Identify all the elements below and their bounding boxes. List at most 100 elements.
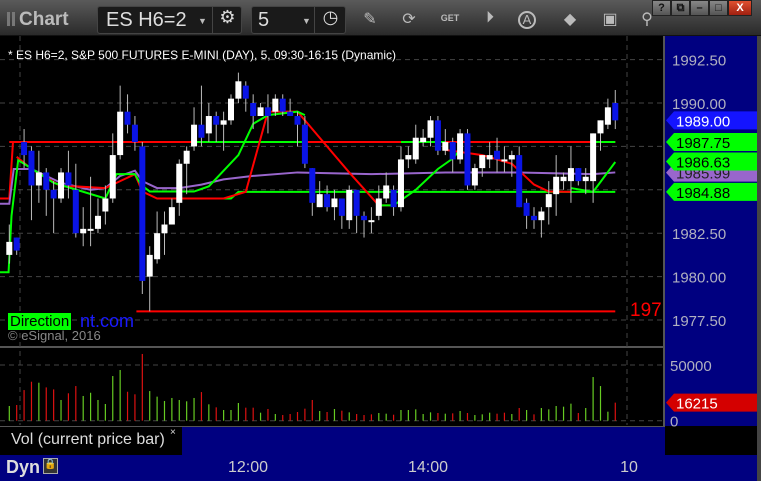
candle-body: [442, 142, 449, 151]
chevron-down-icon: ▼: [198, 16, 207, 26]
candle-body: [353, 189, 360, 216]
candle-body: [13, 237, 20, 251]
candle-body: [316, 194, 323, 208]
candle-body: [397, 159, 404, 208]
axis-corner: [665, 455, 761, 481]
time-axis[interactable]: Dyn 🔒 12:00 14:00 10: [0, 455, 665, 481]
candle-body: [471, 168, 478, 186]
candle-body: [368, 220, 375, 223]
window-title: Chart: [19, 9, 69, 30]
candle-body: [176, 163, 183, 203]
candle-body: [612, 103, 619, 121]
candle-body: [457, 133, 464, 160]
candle-body: [324, 194, 331, 208]
candle-body: [501, 159, 508, 162]
candle-body: [161, 224, 168, 234]
candle-body: [420, 137, 427, 143]
pencil-icon[interactable]: ✎: [360, 9, 380, 29]
time-tick: 14:00: [407, 459, 449, 476]
maximize-button[interactable]: □: [709, 0, 728, 16]
candle-body: [21, 142, 28, 156]
chart-legend: * ES H6=2, S&P 500 FUTURES E-MINI (DAY),…: [8, 48, 397, 62]
time-tick: 10: [620, 459, 638, 476]
price-axis-label: 1977.50: [672, 313, 726, 330]
a-icon[interactable]: A: [518, 11, 536, 29]
help-button[interactable]: ?: [652, 0, 671, 16]
window-border: [757, 36, 761, 481]
candle-body: [117, 111, 124, 156]
candle-body: [35, 172, 42, 186]
clock-icon[interactable]: ◷: [314, 7, 346, 33]
restore-button[interactable]: ⧉: [671, 0, 690, 16]
candle-body: [287, 111, 294, 117]
candle-body: [279, 98, 286, 112]
symbol-value: ES H6=2: [106, 9, 187, 31]
time-tick: 12:00: [227, 459, 269, 476]
lock-icon[interactable]: 🔒: [43, 458, 58, 474]
candle-body: [361, 215, 368, 221]
interval-combo[interactable]: 5 ▼ ◷: [251, 6, 346, 34]
drag-grip-icon[interactable]: [7, 12, 15, 26]
dynamic-mode-label[interactable]: Dyn: [6, 457, 40, 478]
candle-body: [412, 137, 419, 160]
volume-tag-label: 16215: [676, 396, 718, 413]
candle-body: [604, 107, 611, 125]
candle-body: [146, 254, 153, 277]
candle-body: [191, 124, 198, 147]
price-tag-label: 1984.88: [676, 185, 730, 202]
candle-body: [582, 176, 589, 182]
candle-body: [294, 116, 301, 125]
candle-body: [494, 150, 501, 160]
candle-body: [28, 150, 35, 186]
candle-body: [597, 120, 604, 134]
refresh-icon[interactable]: ⟳: [399, 9, 419, 29]
candle-body: [43, 172, 50, 190]
candle-body: [6, 241, 13, 255]
candle-body: [560, 176, 567, 182]
candle-body: [545, 194, 552, 208]
candle-body: [486, 155, 493, 160]
title-bar: Chart ES H6=2 ▼ ⚙ 5 ▼ ◷ ✎ ⟳ GET ⏵ A ◆ ▣ …: [0, 0, 761, 36]
candle-body: [405, 155, 412, 160]
candle-body: [508, 155, 515, 160]
candle-body: [479, 155, 486, 169]
chart-canvas[interactable]: 1992.50 1990.00 1982.50 1980.00 1977.50 1989.…: [0, 0, 761, 481]
get-icon[interactable]: GET: [440, 13, 460, 23]
candle-body: [65, 172, 72, 186]
price-tag-label: 1989.00: [676, 113, 730, 130]
symbol-combo[interactable]: ES H6=2 ▼ ⚙: [97, 6, 242, 34]
candle-body: [567, 168, 574, 182]
candle-body: [264, 107, 271, 117]
candle-body: [131, 124, 138, 143]
swap-icon[interactable]: ◆: [560, 9, 580, 29]
settings-icon[interactable]: ⚙: [212, 7, 242, 33]
minimize-button[interactable]: –: [690, 0, 709, 16]
candle-body: [228, 98, 234, 121]
candle-body: [434, 120, 441, 151]
play-icon[interactable]: ⏵: [480, 9, 500, 27]
candle-body: [102, 198, 109, 212]
volume-study-label[interactable]: Vol (current price bar): [0, 427, 182, 456]
volume-study-bar: Vol (current price bar) ×: [0, 426, 665, 456]
close-study-icon[interactable]: ×: [170, 427, 176, 438]
candle-body: [198, 124, 205, 138]
candle-body: [309, 168, 316, 203]
candle-body: [124, 111, 131, 125]
comment-icon[interactable]: ▣: [600, 9, 620, 29]
candle-body: [139, 146, 146, 281]
chevron-down-icon: ▼: [302, 16, 311, 26]
candle-body: [272, 98, 279, 112]
candle-body: [72, 189, 79, 234]
price-tag-label: 1986.63: [676, 155, 730, 172]
price-axis-label: 1990.00: [672, 96, 726, 113]
volume-axis-label: 0: [670, 414, 678, 431]
pane-divider: [0, 346, 665, 348]
candle-body: [257, 107, 264, 117]
close-button[interactable]: X: [728, 0, 752, 16]
candle-body: [346, 189, 353, 221]
candle-body: [168, 207, 175, 225]
candle-body: [213, 116, 220, 125]
candle-body: [242, 85, 249, 99]
candle-body: [427, 120, 434, 138]
axis-divider: [663, 36, 665, 426]
